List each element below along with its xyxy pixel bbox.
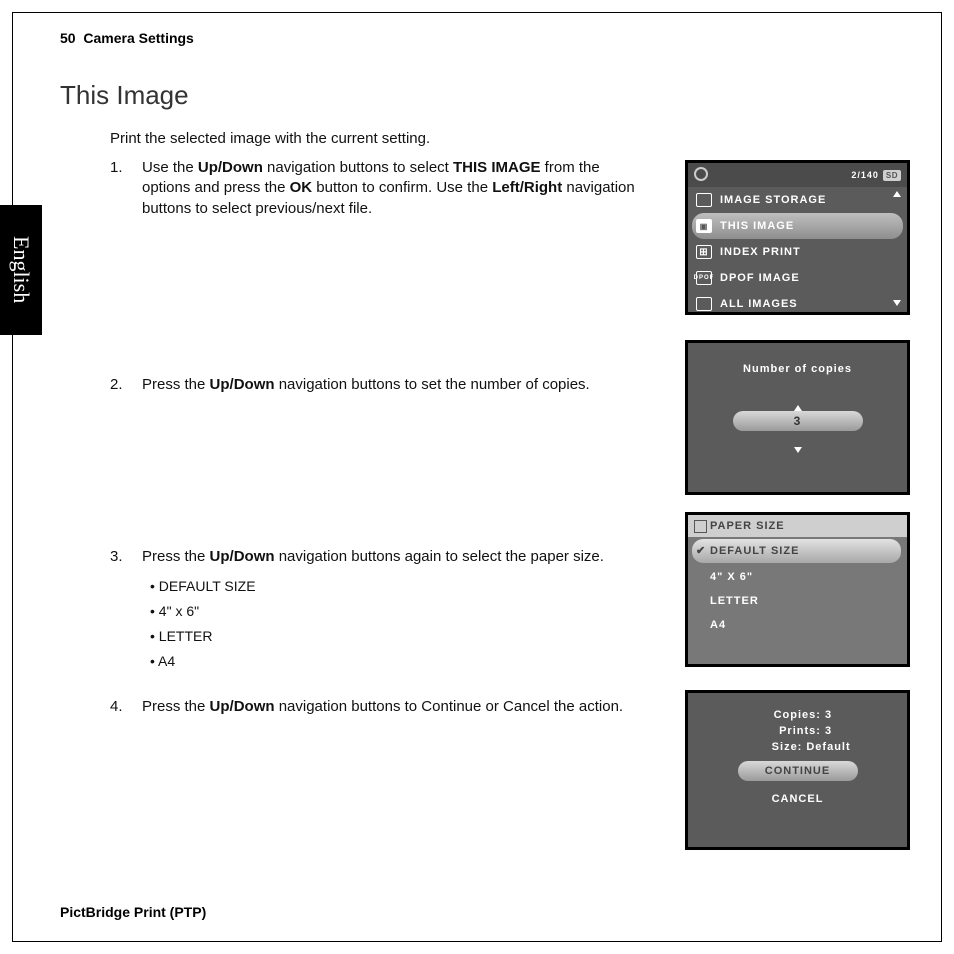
- up-arrow-icon: [893, 191, 901, 197]
- summary-copies: Copies:3: [688, 709, 907, 721]
- footer-text: PictBridge Print (PTP): [60, 904, 206, 920]
- page-title: This Image: [60, 80, 189, 111]
- step-number: 3.: [110, 547, 142, 677]
- step-2: 2. Press the Up/Down navigation buttons …: [110, 375, 640, 395]
- menu-item-this-image[interactable]: ▣THIS IMAGE: [692, 213, 903, 239]
- summary-prints: Prints:3: [688, 725, 907, 737]
- cancel-button[interactable]: CANCEL: [688, 793, 907, 805]
- intro-text: Print the selected image with the curren…: [110, 130, 430, 147]
- lcd-status-bar: 2/140 SD: [688, 163, 907, 187]
- lcd-menu-screen: 2/140 SD IMAGE STORAGE ▣THIS IMAGE INDEX…: [685, 160, 910, 315]
- paper-size-a4[interactable]: A4: [688, 613, 907, 637]
- paper-size-default[interactable]: ✔DEFAULT SIZE: [692, 539, 901, 563]
- copies-value[interactable]: 3: [733, 411, 863, 431]
- step-4: 4. Press the Up/Down navigation buttons …: [110, 697, 640, 717]
- menu-item-all-images[interactable]: ALL IMAGES: [688, 291, 907, 317]
- sd-icon: SD: [883, 170, 901, 181]
- bullet-item: A4: [150, 652, 640, 671]
- summary-size: Size:Default: [688, 741, 907, 753]
- page-number: 50: [60, 30, 76, 46]
- step-3: 3. Press the Up/Down navigation buttons …: [110, 547, 640, 677]
- continue-button[interactable]: CONTINUE: [738, 761, 858, 781]
- image-icon: ▣: [696, 219, 712, 233]
- check-icon: ✔: [696, 544, 706, 557]
- step-number: 1.: [110, 158, 142, 219]
- steps-list: 1. Use the Up/Down navigation buttons to…: [110, 158, 640, 717]
- step-1: 1. Use the Up/Down navigation buttons to…: [110, 158, 640, 219]
- section-title: Camera Settings: [83, 30, 193, 46]
- step-body: Press the Up/Down navigation buttons to …: [142, 375, 640, 395]
- lcd-confirm-screen: Copies:3 Prints:3 Size:Default CONTINUE …: [685, 690, 910, 850]
- step-body: Press the Up/Down navigation buttons aga…: [142, 547, 640, 677]
- step-body: Press the Up/Down navigation buttons to …: [142, 697, 640, 717]
- dpof-icon: DPOF: [696, 271, 712, 285]
- bullet-item: 4" x 6": [150, 602, 640, 621]
- lcd-copies-screen: Number of copies 3: [685, 340, 910, 495]
- paper-size-bullets: DEFAULT SIZE 4" x 6" LETTER A4: [150, 577, 640, 671]
- copies-title: Number of copies: [688, 363, 907, 375]
- bullet-item: DEFAULT SIZE: [150, 577, 640, 596]
- lcd-paper-size-screen: PAPER SIZE ✔DEFAULT SIZE 4" X 6" LETTER …: [685, 512, 910, 667]
- storage-icon: [696, 193, 712, 207]
- image-counter: 2/140: [851, 170, 879, 180]
- language-tab: English: [0, 205, 42, 335]
- stack-icon: [696, 297, 712, 311]
- bullet-item: LETTER: [150, 627, 640, 646]
- paper-size-4x6[interactable]: 4" X 6": [688, 565, 907, 589]
- up-arrow-icon[interactable]: [794, 405, 802, 411]
- down-arrow-icon[interactable]: [794, 447, 802, 453]
- step-number: 2.: [110, 375, 142, 395]
- paper-size-header: PAPER SIZE: [688, 515, 907, 537]
- grid-icon: [696, 245, 712, 259]
- page-header: 50 Camera Settings: [60, 30, 194, 46]
- step-body: Use the Up/Down navigation buttons to se…: [142, 158, 640, 219]
- summary-lines: Copies:3 Prints:3 Size:Default: [688, 693, 907, 753]
- clock-icon: [694, 167, 708, 181]
- paper-size-letter[interactable]: LETTER: [688, 589, 907, 613]
- menu-item-dpof-image[interactable]: DPOFDPOF IMAGE: [688, 265, 907, 291]
- down-arrow-icon: [893, 300, 901, 306]
- menu-item-image-storage[interactable]: IMAGE STORAGE: [688, 187, 907, 213]
- step-number: 4.: [110, 697, 142, 717]
- menu-item-index-print[interactable]: INDEX PRINT: [688, 239, 907, 265]
